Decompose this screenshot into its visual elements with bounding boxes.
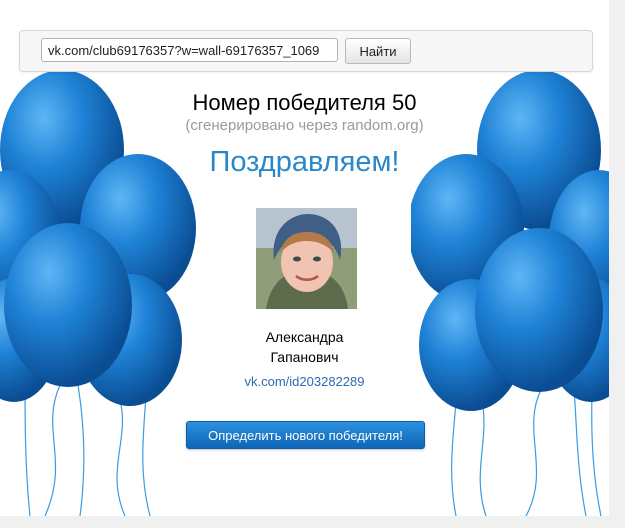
winner-first-name: Александра <box>265 329 344 345</box>
post-url-input[interactable] <box>41 38 338 62</box>
generator-subtitle: (сгенерировано через random.org) <box>185 117 424 134</box>
winner-name: Александра Гапанович <box>0 327 609 367</box>
find-button[interactable]: Найти <box>345 38 411 64</box>
winner-number-title: Номер победителя 50 <box>192 90 417 115</box>
balloon-cluster-left-icon <box>0 70 196 516</box>
balloon-cluster-right-icon <box>411 70 609 516</box>
congrats-heading: Поздравляем! <box>209 146 400 178</box>
winner-last-name: Гапанович <box>270 349 339 365</box>
winner-profile-link[interactable]: vk.com/id203282289 <box>0 374 609 389</box>
avatar-photo-icon <box>256 208 357 309</box>
winner-avatar[interactable] <box>256 208 357 309</box>
winner-panel: Найти Номер победителя 50 (сгенерировано… <box>0 0 609 516</box>
search-bar: Найти <box>19 30 593 72</box>
new-winner-button[interactable]: Определить нового победителя! <box>186 421 425 449</box>
